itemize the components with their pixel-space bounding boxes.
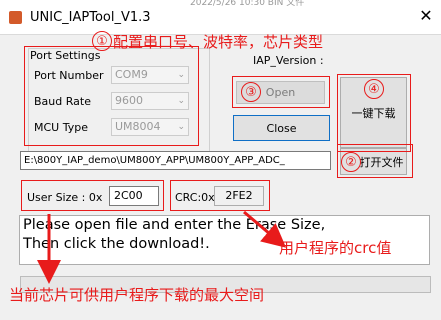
arrow-crc-down (243, 210, 287, 248)
size-annotation-text: 当前芯片可供用户程序下载的最大空间 (9, 286, 265, 304)
crc-annotation-text: 用户程序的crc值 (279, 239, 392, 257)
annotation-arrows (37, 210, 287, 284)
